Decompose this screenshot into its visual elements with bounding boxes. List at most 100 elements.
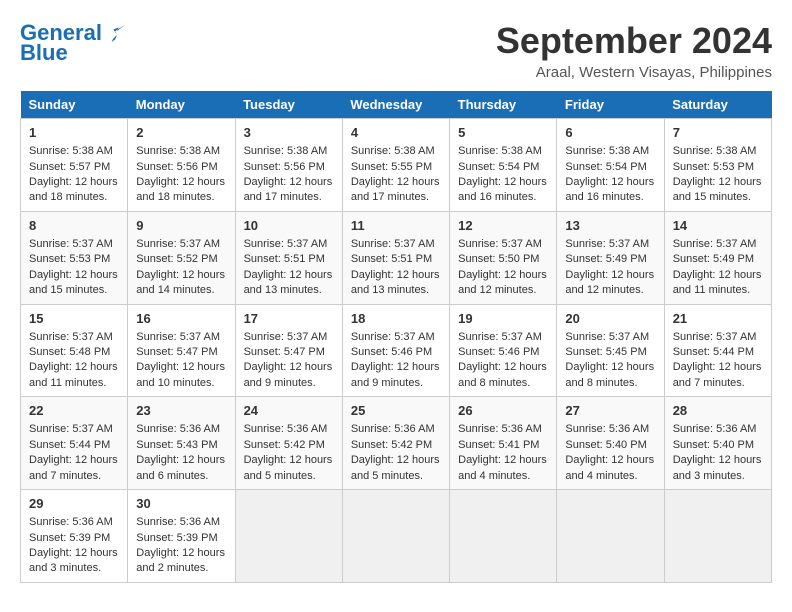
day-number: 26	[458, 402, 548, 420]
day-info: Sunrise: 5:37 AMSunset: 5:47 PMDaylight:…	[136, 331, 225, 389]
month-title: September 2024	[496, 20, 772, 62]
calendar-cell: 9Sunrise: 5:37 AMSunset: 5:52 PMDaylight…	[128, 211, 235, 304]
calendar-header-row: SundayMondayTuesdayWednesdayThursdayFrid…	[21, 91, 772, 119]
calendar-cell: 7Sunrise: 5:38 AMSunset: 5:53 PMDaylight…	[664, 119, 771, 212]
calendar-cell: 25Sunrise: 5:36 AMSunset: 5:42 PMDayligh…	[342, 397, 449, 490]
day-number: 8	[29, 217, 119, 235]
day-number: 30	[136, 495, 226, 513]
title-block: September 2024 Araal, Western Visayas, P…	[496, 20, 772, 81]
day-number: 16	[136, 310, 226, 328]
day-info: Sunrise: 5:36 AMSunset: 5:40 PMDaylight:…	[565, 423, 654, 481]
calendar-cell: 3 Sunrise: 5:38 AMSunset: 5:56 PMDaylight…	[235, 119, 342, 212]
day-number: 12	[458, 217, 548, 235]
calendar-week-row: 15 Sunrise: 5:37 AMSunset: 5:48 PMDayligh…	[21, 304, 772, 397]
day-info: Sunrise: 5:37 AMSunset: 5:48 PMDaylight:…	[29, 331, 118, 389]
day-number: 21	[673, 310, 763, 328]
day-info: Sunrise: 5:38 AMSunset: 5:57 PMDaylight:…	[29, 145, 118, 203]
calendar-cell: 18 Sunrise: 5:37 AMSunset: 5:46 PMDayligh…	[342, 304, 449, 397]
logo-blue-text: Blue	[20, 40, 68, 66]
calendar-table: SundayMondayTuesdayWednesdayThursdayFrid…	[20, 91, 772, 583]
day-info: Sunrise: 5:36 AMSunset: 5:43 PMDaylight:…	[136, 423, 225, 481]
logo: General Blue	[20, 20, 128, 66]
calendar-cell: 15 Sunrise: 5:37 AMSunset: 5:48 PMDayligh…	[21, 304, 128, 397]
day-number: 27	[565, 402, 655, 420]
day-number: 17	[244, 310, 334, 328]
day-number: 25	[351, 402, 441, 420]
day-number: 13	[565, 217, 655, 235]
day-info: Sunrise: 5:37 AMSunset: 5:51 PMDaylight:…	[351, 238, 440, 296]
day-number: 20	[565, 310, 655, 328]
calendar-cell: 19 Sunrise: 5:37 AMSunset: 5:46 PMDayligh…	[450, 304, 557, 397]
day-info: Sunrise: 5:37 AMSunset: 5:46 PMDaylight:…	[351, 331, 440, 389]
calendar-cell: 21 Sunrise: 5:37 AMSunset: 5:44 PMDayligh…	[664, 304, 771, 397]
calendar-cell: 14 Sunrise: 5:37 AMSunset: 5:49 PMDayligh…	[664, 211, 771, 304]
day-number: 1	[29, 124, 119, 142]
column-header-monday: Monday	[128, 91, 235, 119]
calendar-cell: 27 Sunrise: 5:36 AMSunset: 5:40 PMDayligh…	[557, 397, 664, 490]
day-info: Sunrise: 5:37 AMSunset: 5:50 PMDaylight:…	[458, 238, 547, 296]
calendar-cell: 8 Sunrise: 5:37 AMSunset: 5:53 PMDaylight…	[21, 211, 128, 304]
calendar-cell	[557, 490, 664, 583]
day-number: 29	[29, 495, 119, 513]
day-number: 9	[136, 217, 226, 235]
calendar-cell: 26 Sunrise: 5:36 AMSunset: 5:41 PMDayligh…	[450, 397, 557, 490]
day-number: 15	[29, 310, 119, 328]
calendar-cell	[342, 490, 449, 583]
day-info: Sunrise: 5:37 AMSunset: 5:49 PMDaylight:…	[673, 238, 762, 296]
day-number: 14	[673, 217, 763, 235]
calendar-cell: 6Sunrise: 5:38 AMSunset: 5:54 PMDaylight…	[557, 119, 664, 212]
day-number: 10	[244, 217, 334, 235]
day-number: 28	[673, 402, 763, 420]
day-number: 22	[29, 402, 119, 420]
day-number: 18	[351, 310, 441, 328]
calendar-week-row: 1 Sunrise: 5:38 AMSunset: 5:57 PMDaylight…	[21, 119, 772, 212]
day-info: Sunrise: 5:36 AMSunset: 5:41 PMDaylight:…	[458, 423, 547, 481]
column-header-saturday: Saturday	[664, 91, 771, 119]
calendar-cell: 11 Sunrise: 5:37 AMSunset: 5:51 PMDayligh…	[342, 211, 449, 304]
column-header-thursday: Thursday	[450, 91, 557, 119]
day-number: 4	[351, 124, 441, 142]
day-info: Sunrise: 5:38 AMSunset: 5:54 PMDaylight:…	[458, 145, 547, 203]
day-number: 6	[565, 124, 655, 142]
calendar-cell	[664, 490, 771, 583]
day-info: Sunrise: 5:37 AMSunset: 5:46 PMDaylight:…	[458, 331, 547, 389]
day-number: 11	[351, 217, 441, 235]
calendar-cell: 13 Sunrise: 5:37 AMSunset: 5:49 PMDayligh…	[557, 211, 664, 304]
calendar-cell: 5 Sunrise: 5:38 AMSunset: 5:54 PMDaylight…	[450, 119, 557, 212]
column-header-wednesday: Wednesday	[342, 91, 449, 119]
day-number: 2	[136, 124, 226, 142]
day-number: 19	[458, 310, 548, 328]
page-header: General Blue September 2024 Araal, Weste…	[20, 20, 772, 81]
calendar-cell: 12 Sunrise: 5:37 AMSunset: 5:50 PMDayligh…	[450, 211, 557, 304]
calendar-cell: 4 Sunrise: 5:38 AMSunset: 5:55 PMDaylight…	[342, 119, 449, 212]
day-number: 5	[458, 124, 548, 142]
column-header-sunday: Sunday	[21, 91, 128, 119]
day-info: Sunrise: 5:37 AMSunset: 5:53 PMDaylight:…	[29, 238, 118, 296]
calendar-cell: 16 Sunrise: 5:37 AMSunset: 5:47 PMDayligh…	[128, 304, 235, 397]
calendar-cell: 10Sunrise: 5:37 AMSunset: 5:51 PMDayligh…	[235, 211, 342, 304]
calendar-cell: 20 Sunrise: 5:37 AMSunset: 5:45 PMDayligh…	[557, 304, 664, 397]
calendar-cell: 30Sunrise: 5:36 AMSunset: 5:39 PMDayligh…	[128, 490, 235, 583]
day-number: 23	[136, 402, 226, 420]
day-info: Sunrise: 5:37 AMSunset: 5:49 PMDaylight:…	[565, 238, 654, 296]
calendar-cell	[450, 490, 557, 583]
calendar-week-row: 8 Sunrise: 5:37 AMSunset: 5:53 PMDaylight…	[21, 211, 772, 304]
day-number: 7	[673, 124, 763, 142]
calendar-cell: 17Sunrise: 5:37 AMSunset: 5:47 PMDayligh…	[235, 304, 342, 397]
calendar-cell	[235, 490, 342, 583]
calendar-cell: 28Sunrise: 5:36 AMSunset: 5:40 PMDayligh…	[664, 397, 771, 490]
column-header-friday: Friday	[557, 91, 664, 119]
day-info: Sunrise: 5:38 AMSunset: 5:56 PMDaylight:…	[136, 145, 225, 203]
location-title: Araal, Western Visayas, Philippines	[496, 64, 772, 81]
calendar-week-row: 22 Sunrise: 5:37 AMSunset: 5:44 PMDayligh…	[21, 397, 772, 490]
calendar-cell: 2 Sunrise: 5:38 AMSunset: 5:56 PMDaylight…	[128, 119, 235, 212]
day-info: Sunrise: 5:38 AMSunset: 5:55 PMDaylight:…	[351, 145, 440, 203]
column-header-tuesday: Tuesday	[235, 91, 342, 119]
day-info: Sunrise: 5:37 AMSunset: 5:45 PMDaylight:…	[565, 331, 654, 389]
day-info: Sunrise: 5:38 AMSunset: 5:56 PMDaylight:…	[244, 145, 333, 203]
day-info: Sunrise: 5:36 AMSunset: 5:42 PMDaylight:…	[244, 423, 333, 481]
day-info: Sunrise: 5:37 AMSunset: 5:44 PMDaylight:…	[673, 331, 762, 389]
day-info: Sunrise: 5:37 AMSunset: 5:44 PMDaylight:…	[29, 423, 118, 481]
calendar-cell: 29Sunrise: 5:36 AMSunset: 5:39 PMDayligh…	[21, 490, 128, 583]
day-number: 3	[244, 124, 334, 142]
